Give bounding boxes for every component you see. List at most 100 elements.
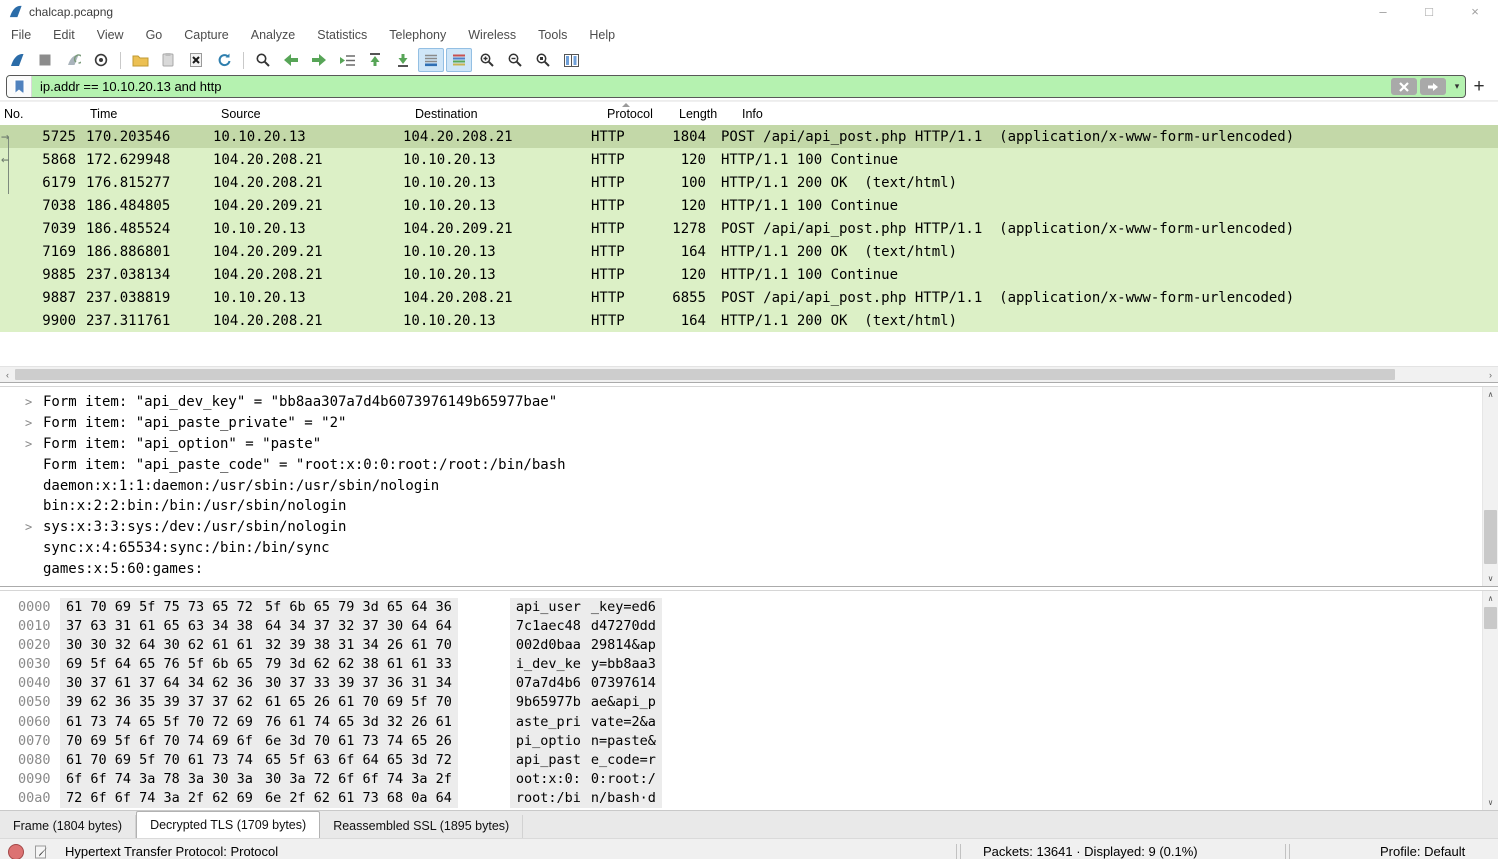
- detail-line[interactable]: daemon:x:1:1:daemon:/usr/sbin:/usr/sbin/…: [0, 475, 1498, 496]
- menu-help[interactable]: Help: [578, 28, 626, 42]
- packet-row[interactable]: 7039 186.485524 10.10.20.13 104.20.209.2…: [0, 217, 1498, 240]
- reload-icon[interactable]: [211, 48, 237, 72]
- minimize-icon[interactable]: –: [1360, 0, 1406, 23]
- packet-row[interactable]: 6179 176.815277 104.20.208.21 10.10.20.1…: [0, 171, 1498, 194]
- hex-row[interactable]: 00906f 6f 74 3a 78 3a 30 3a30 3a 72 6f 6…: [0, 770, 1498, 789]
- hex-row[interactable]: 008061 70 69 5f 70 61 73 7465 5f 63 6f 6…: [0, 751, 1498, 770]
- apply-filter-button[interactable]: [1420, 78, 1446, 95]
- hex-row[interactable]: 005039 62 36 35 39 37 37 6261 65 26 61 7…: [0, 693, 1498, 712]
- menu-telephony[interactable]: Telephony: [378, 28, 457, 42]
- packet-row[interactable]: 9885 237.038134 104.20.208.21 10.10.20.1…: [0, 263, 1498, 286]
- tab-frame[interactable]: Frame (1804 bytes): [0, 815, 136, 838]
- menu-edit[interactable]: Edit: [42, 28, 86, 42]
- open-file-icon[interactable]: [127, 48, 153, 72]
- stop-capture-icon[interactable]: [32, 48, 58, 72]
- zoom-reset-icon[interactable]: [530, 48, 556, 72]
- go-first-icon[interactable]: [362, 48, 388, 72]
- find-packet-icon[interactable]: [250, 48, 276, 72]
- start-capture-icon[interactable]: [4, 48, 30, 72]
- menu-file[interactable]: File: [0, 28, 42, 42]
- packet-row[interactable]: 9887 237.038819 10.10.20.13 104.20.208.2…: [0, 286, 1498, 309]
- column-header-info[interactable]: Info: [738, 107, 1498, 121]
- column-header-time[interactable]: Time: [86, 107, 217, 121]
- go-forward-icon[interactable]: [306, 48, 332, 72]
- close-icon[interactable]: ×: [1452, 0, 1498, 23]
- scroll-up-icon[interactable]: ∧: [1483, 594, 1498, 603]
- detail-line[interactable]: >sys:x:3:3:sys:/dev:/usr/sbin/nologin: [0, 517, 1498, 538]
- capture-comment-icon[interactable]: [34, 844, 49, 859]
- hex-row[interactable]: 004030 37 61 37 64 34 62 3630 37 33 39 3…: [0, 674, 1498, 693]
- auto-scroll-toggle[interactable]: [418, 48, 444, 72]
- hex-row[interactable]: 002030 30 32 64 30 62 61 6132 39 38 31 3…: [0, 636, 1498, 655]
- detail-line[interactable]: >Form item: "api_option" = "paste": [0, 434, 1498, 455]
- filter-expression[interactable]: ip.addr == 10.10.20.13 and http: [32, 79, 1391, 94]
- filter-dropdown-icon[interactable]: ▾: [1449, 81, 1465, 92]
- hscroll-thumb[interactable]: [15, 369, 1395, 380]
- tab-decrypted-tls[interactable]: Decrypted TLS (1709 bytes): [136, 811, 320, 838]
- menu-capture[interactable]: Capture: [173, 28, 239, 42]
- packet-row[interactable]: ←5868 172.629948 104.20.208.21 10.10.20.…: [0, 148, 1498, 171]
- menu-tools[interactable]: Tools: [527, 28, 578, 42]
- scroll-down-icon[interactable]: ∨: [1483, 798, 1498, 807]
- hex-row[interactable]: 00a072 6f 6f 74 3a 2f 62 696e 2f 62 61 7…: [0, 789, 1498, 808]
- hex-row[interactable]: 001037 63 31 61 65 63 34 3864 34 37 32 3…: [0, 617, 1498, 636]
- column-header-destination[interactable]: Destination: [411, 107, 603, 121]
- menu-view[interactable]: View: [86, 28, 135, 42]
- scroll-down-icon[interactable]: ∨: [1483, 574, 1498, 583]
- go-back-icon[interactable]: [278, 48, 304, 72]
- vscroll-thumb[interactable]: [1484, 510, 1497, 564]
- hex-vscrollbar[interactable]: ∧ ∨: [1482, 591, 1498, 810]
- column-header-length[interactable]: Length: [675, 107, 738, 121]
- zoom-in-icon[interactable]: [474, 48, 500, 72]
- close-file-icon[interactable]: [183, 48, 209, 72]
- capture-options-icon[interactable]: [88, 48, 114, 72]
- profile-status[interactable]: Profile: Default: [1380, 839, 1465, 859]
- menu-go[interactable]: Go: [135, 28, 174, 42]
- scroll-right-icon[interactable]: ›: [1483, 370, 1498, 380]
- hex-row[interactable]: 007070 69 5f 6f 70 74 69 6f6e 3d 70 61 7…: [0, 732, 1498, 751]
- expander-icon[interactable]: >: [25, 520, 43, 534]
- packet-row[interactable]: 7038 186.484805 104.20.209.21 10.10.20.1…: [0, 194, 1498, 217]
- packet-list-hscrollbar[interactable]: ‹ ›: [0, 366, 1498, 382]
- add-filter-button[interactable]: +: [1466, 76, 1492, 98]
- detail-line[interactable]: Form item: "api_paste_code" = "root:x:0:…: [0, 454, 1498, 475]
- scroll-up-icon[interactable]: ∧: [1483, 390, 1498, 399]
- resize-columns-icon[interactable]: [558, 48, 584, 72]
- filter-bookmark-button[interactable]: [7, 76, 32, 97]
- expander-icon[interactable]: >: [25, 437, 43, 451]
- menu-analyze[interactable]: Analyze: [240, 28, 306, 42]
- restart-capture-icon[interactable]: [60, 48, 86, 72]
- column-header-source[interactable]: Source: [217, 107, 411, 121]
- go-to-packet-icon[interactable]: [334, 48, 360, 72]
- go-last-icon[interactable]: [390, 48, 416, 72]
- clear-filter-button[interactable]: [1391, 78, 1417, 95]
- detail-line[interactable]: games:x:5:60:games:: [0, 558, 1498, 579]
- menu-statistics[interactable]: Statistics: [306, 28, 378, 42]
- zoom-out-icon[interactable]: [502, 48, 528, 72]
- vscroll-thumb[interactable]: [1484, 607, 1497, 629]
- packet-row[interactable]: →5725 170.203546 10.10.20.13 104.20.208.…: [0, 125, 1498, 148]
- packet-row[interactable]: 9900 237.311761 104.20.208.21 10.10.20.1…: [0, 309, 1498, 332]
- packet-list: →5725 170.203546 10.10.20.13 104.20.208.…: [0, 125, 1498, 332]
- detail-line[interactable]: bin:x:2:2:bin:/bin:/usr/sbin/nologin: [0, 496, 1498, 517]
- packet-row[interactable]: 7169 186.886801 104.20.209.21 10.10.20.1…: [0, 240, 1498, 263]
- menu-wireless[interactable]: Wireless: [457, 28, 527, 42]
- hex-row[interactable]: 006061 73 74 65 5f 70 72 6976 61 74 65 3…: [0, 713, 1498, 732]
- detail-line[interactable]: >Form item: "api_paste_private" = "2": [0, 413, 1498, 434]
- scroll-left-icon[interactable]: ‹: [0, 370, 15, 380]
- hex-row[interactable]: 000061 70 69 5f 75 73 65 725f 6b 65 79 3…: [0, 598, 1498, 617]
- maximize-icon[interactable]: □: [1406, 0, 1452, 23]
- hex-row[interactable]: 003069 5f 64 65 76 5f 6b 6579 3d 62 62 3…: [0, 655, 1498, 674]
- colorize-toggle[interactable]: [446, 48, 472, 72]
- tab-reassembled-ssl[interactable]: Reassembled SSL (1895 bytes): [320, 815, 523, 838]
- details-vscrollbar[interactable]: ∧ ∨: [1482, 387, 1498, 586]
- column-header-protocol[interactable]: Protocol: [603, 107, 675, 121]
- save-file-icon[interactable]: [155, 48, 181, 72]
- expander-icon[interactable]: >: [25, 395, 43, 409]
- expert-info-icon[interactable]: [8, 844, 24, 859]
- expander-icon[interactable]: >: [25, 416, 43, 430]
- detail-line[interactable]: >Form item: "api_dev_key" = "bb8aa307a7d…: [0, 392, 1498, 413]
- column-header-no[interactable]: No.: [0, 107, 86, 121]
- display-filter-input[interactable]: ip.addr == 10.10.20.13 and http ▾: [6, 75, 1466, 98]
- detail-line[interactable]: sync:x:4:65534:sync:/bin:/bin/sync: [0, 538, 1498, 559]
